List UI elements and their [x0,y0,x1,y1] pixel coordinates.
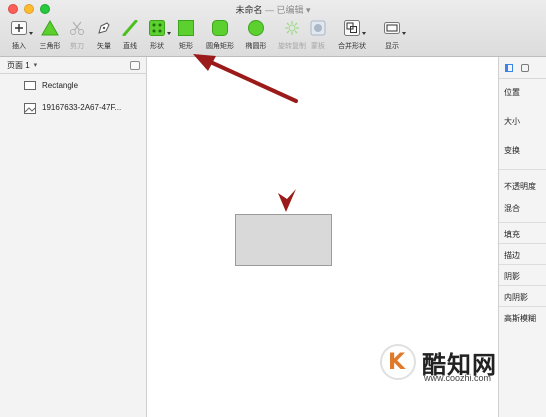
watermark-url: www.coozhi.com [424,373,492,383]
shadow-label[interactable]: 阴影 [504,271,520,282]
align-icon[interactable] [505,63,513,72]
size-label: 大小 [504,117,520,126]
arrow-to-rectangle-tool [193,54,298,103]
watermark-logo-letter: K [388,350,406,375]
arrow-to-rectangle-shape [278,189,296,212]
opacity-label: 不透明度 [504,182,536,191]
divider [499,169,546,170]
divider [499,285,546,286]
divider [499,243,546,244]
watermark: K 酷知网 www.coozhi.com [376,327,546,417]
inner-shadow-label[interactable]: 内阴影 [504,292,528,303]
blending-label: 混合 [504,204,520,213]
inspector-tabs [499,57,546,79]
fill-label[interactable]: 填充 [504,229,520,240]
position-label: 位置 [504,88,520,97]
transform-label: 变换 [504,146,520,155]
divider [499,222,546,223]
divider [499,264,546,265]
border-label[interactable]: 描边 [504,250,520,261]
divider [499,306,546,307]
settings-icon[interactable] [521,63,529,72]
gaussian-blur-label[interactable]: 高斯模糊 [504,313,536,324]
